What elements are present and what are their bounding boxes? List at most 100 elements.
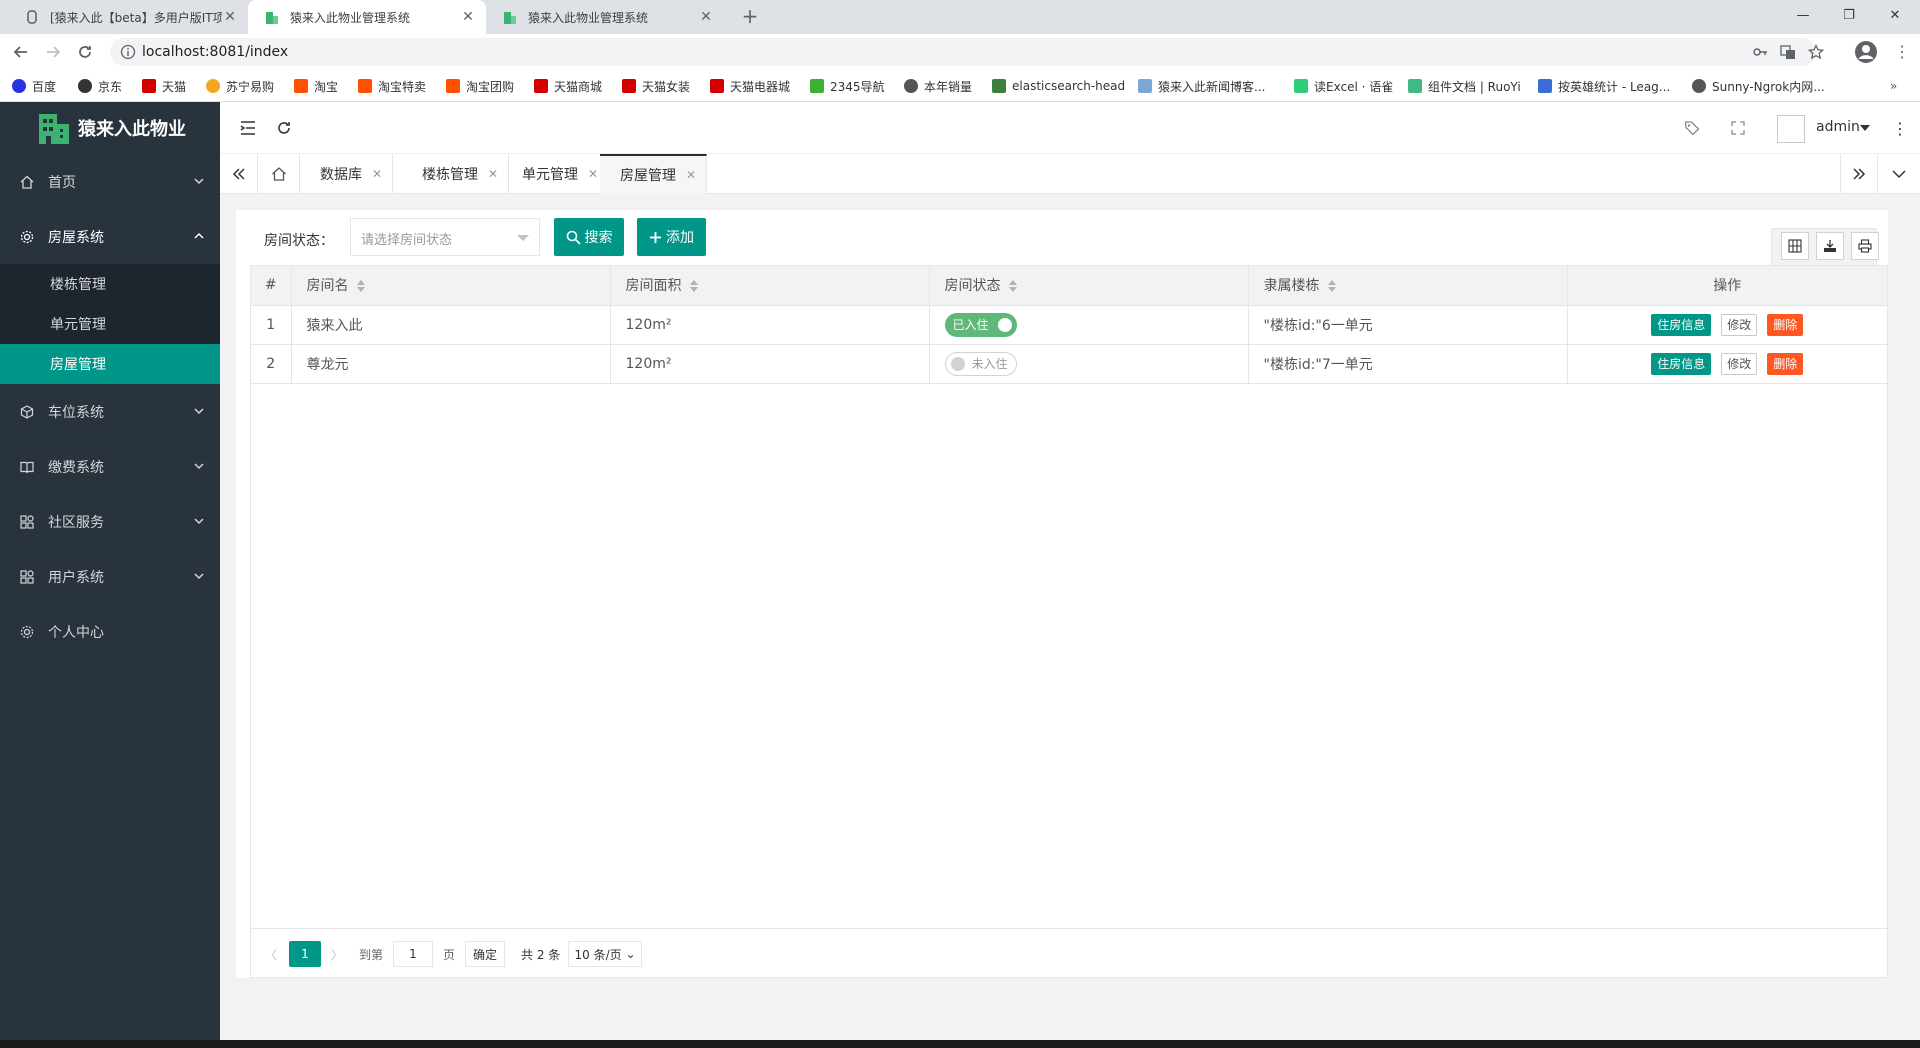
caret-down-icon[interactable] — [1860, 125, 1870, 131]
bookmark-league[interactable]: 按英雄统计 - Leag... — [1538, 78, 1670, 94]
close-icon[interactable]: ✕ — [372, 167, 382, 181]
status-toggle[interactable]: 未入住 — [944, 351, 1017, 376]
bookmark-ruoyi[interactable]: 组件文档 | RuoYi — [1408, 78, 1521, 94]
bookmark-star-icon[interactable] — [1808, 44, 1824, 60]
menu-item-community[interactable]: 社区服务 — [0, 494, 220, 549]
column-header-room-area[interactable]: 房间面积 — [610, 266, 930, 306]
tab-buildings[interactable]: 楼栋管理 ✕ — [402, 154, 510, 194]
profile-icon[interactable] — [1854, 40, 1878, 64]
sort-icon[interactable] — [1327, 280, 1336, 293]
next-page-icon[interactable]: 〉 — [331, 941, 343, 967]
menu-item-housing[interactable]: 房屋系统 — [0, 209, 220, 264]
bookmark-taobao-group[interactable]: 淘宝团购 — [446, 78, 514, 94]
close-tab-icon[interactable]: ✕ — [460, 9, 476, 25]
browser-tab-3[interactable]: 猿来入此物业管理系统 ✕ — [486, 0, 724, 34]
bookmark-sales[interactable]: 本年销量 — [904, 78, 972, 94]
page-size-select[interactable]: 10 条/页 ⌄ — [568, 941, 642, 967]
housing-info-button[interactable]: 住房信息 — [1651, 352, 1712, 375]
close-window-icon[interactable]: ✕ — [1872, 0, 1918, 30]
forward-icon[interactable] — [42, 41, 64, 63]
submenu-item-units[interactable]: 单元管理 — [0, 304, 220, 344]
page-1-button[interactable]: 1 — [289, 941, 321, 967]
tab-rooms[interactable]: 房屋管理 ✕ — [600, 154, 708, 194]
browser-tab-2[interactable]: 猿来入此物业管理系统 ✕ — [248, 0, 486, 34]
sort-icon[interactable] — [356, 280, 365, 293]
bookmark-tmall-mall[interactable]: 天猫商城 — [534, 78, 602, 94]
tabs-dropdown-icon[interactable] — [1878, 154, 1920, 194]
status-toggle[interactable]: 已入住 — [944, 312, 1017, 337]
close-tab-icon[interactable]: ✕ — [698, 9, 714, 25]
username[interactable]: admin — [1816, 119, 1860, 135]
bookmark-ngrok[interactable]: Sunny-Ngrok内网... — [1692, 78, 1825, 94]
reload-icon[interactable] — [74, 41, 96, 63]
close-icon[interactable]: ✕ — [686, 168, 696, 182]
table-row[interactable]: 2 尊龙元 120m² 未入住 "楼栋id:"7一单元 住房信息 修改 删除 — [251, 344, 1887, 384]
column-header-room-name[interactable]: 房间名 — [291, 266, 611, 306]
delete-button[interactable]: 删除 — [1767, 313, 1804, 336]
bookmark-tmall-appliance[interactable]: 天猫电器城 — [710, 78, 790, 94]
edit-button[interactable]: 修改 — [1721, 313, 1758, 336]
close-tab-icon[interactable]: ✕ — [222, 9, 238, 25]
search-button[interactable]: 搜索 — [554, 218, 624, 256]
refresh-icon[interactable] — [274, 118, 294, 138]
add-button[interactable]: 添加 — [637, 218, 706, 256]
tabs-scroll-right-icon[interactable] — [1840, 154, 1878, 194]
bookmark-tmall-women[interactable]: 天猫女装 — [622, 78, 690, 94]
tag-icon[interactable] — [1682, 118, 1702, 138]
menu-item-profile[interactable]: 个人中心 — [0, 604, 220, 659]
close-icon[interactable]: ✕ — [588, 167, 598, 181]
bookmark-taobao[interactable]: 淘宝 — [294, 78, 338, 94]
info-icon[interactable] — [120, 44, 136, 60]
bookmark-jd[interactable]: 京东 — [78, 78, 122, 94]
browser-menu-icon[interactable]: ⋮ — [1894, 42, 1910, 61]
sort-icon[interactable] — [689, 280, 698, 293]
bookmark-2345[interactable]: 2345导航 — [810, 78, 885, 94]
edit-button[interactable]: 修改 — [1721, 352, 1758, 375]
bookmark-yuque[interactable]: 读Excel · 语雀 — [1294, 78, 1393, 94]
goto-page-input[interactable]: 1 — [393, 941, 433, 967]
address-bar[interactable]: localhost:8081/index — [110, 38, 1824, 66]
bookmark-taobao-sale[interactable]: 淘宝特卖 — [358, 78, 426, 94]
column-header-building[interactable]: 隶属楼栋 — [1248, 266, 1568, 306]
prev-page-icon[interactable]: 〈 — [265, 941, 277, 967]
columns-filter-icon[interactable] — [1781, 232, 1809, 260]
goto-confirm-button[interactable]: 确定 — [465, 941, 505, 967]
restore-icon[interactable]: ❐ — [1826, 0, 1872, 30]
close-icon[interactable]: ✕ — [488, 167, 498, 181]
bookmark-baidu[interactable]: 百度 — [12, 78, 56, 94]
tab-units[interactable]: 单元管理 ✕ — [502, 154, 610, 194]
menu-item-home[interactable]: 首页 — [0, 154, 220, 209]
sort-icon[interactable] — [1008, 280, 1017, 293]
housing-info-button[interactable]: 住房信息 — [1651, 313, 1712, 336]
back-icon[interactable] — [10, 41, 32, 63]
bookmark-blog[interactable]: 猿来入此新闻博客... — [1138, 78, 1265, 94]
key-icon[interactable] — [1752, 44, 1768, 60]
delete-button[interactable]: 删除 — [1767, 352, 1804, 375]
browser-tab-1[interactable]: [猿来入此【beta】多用户版IT项目 ✕ — [8, 0, 248, 34]
menu-item-parking[interactable]: 车位系统 — [0, 384, 220, 439]
fullscreen-icon[interactable] — [1728, 118, 1748, 138]
tabs-scroll-left-icon[interactable] — [220, 154, 258, 194]
tab-database[interactable]: 数据库 ✕ — [300, 154, 394, 194]
translate-icon[interactable] — [1780, 44, 1796, 60]
menu-collapse-icon[interactable] — [238, 118, 258, 138]
submenu-item-buildings[interactable]: 楼栋管理 — [0, 264, 220, 304]
bookmark-tmall[interactable]: 天猫 — [142, 78, 186, 94]
app-logo[interactable]: 猿来入此物业 — [0, 102, 220, 154]
print-icon[interactable] — [1851, 232, 1879, 260]
more-vertical-icon[interactable]: ⋮ — [1890, 118, 1910, 138]
status-select[interactable]: 请选择房间状态 — [350, 218, 540, 256]
table-row[interactable]: 1 猿来入此 120m² 已入住 "楼栋id:"6一单元 住房信息 修改 删除 — [251, 305, 1887, 345]
column-header-room-status[interactable]: 房间状态 — [929, 266, 1249, 306]
tab-home-icon[interactable] — [258, 154, 300, 194]
new-tab-icon[interactable]: + — [737, 4, 763, 28]
submenu-item-rooms[interactable]: 房屋管理 — [0, 344, 220, 384]
export-icon[interactable] — [1816, 232, 1844, 260]
minimize-icon[interactable]: — — [1780, 0, 1826, 30]
bookmark-elasticsearch[interactable]: elasticsearch-head — [992, 78, 1125, 94]
menu-item-users[interactable]: 用户系统 — [0, 549, 220, 604]
menu-item-payment[interactable]: 缴费系统 — [0, 439, 220, 494]
avatar[interactable] — [1777, 115, 1805, 143]
bookmark-suning[interactable]: 苏宁易购 — [206, 78, 274, 94]
bookmarks-overflow-icon[interactable]: » — [1890, 78, 1897, 94]
